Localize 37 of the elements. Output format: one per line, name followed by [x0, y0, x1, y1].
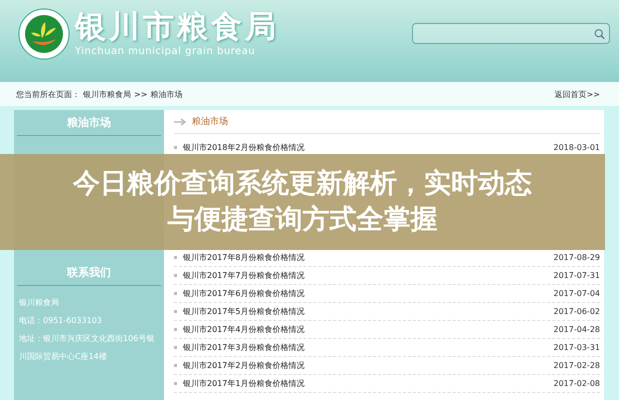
- breadcrumb-separator: >>: [134, 90, 148, 98]
- home-link[interactable]: 返回首页>>: [554, 88, 600, 100]
- article-link[interactable]: 银川市2017年6月份粮食价格情况: [183, 288, 304, 299]
- article-link[interactable]: 银川市2017年8月份粮食价格情况: [183, 252, 304, 263]
- breadcrumb-label: 您当前所在页面：: [16, 88, 80, 100]
- article-link[interactable]: 银川市2018年2月份粮食价格情况: [183, 142, 304, 153]
- article-link[interactable]: 银川市2017年5月份粮食价格情况: [183, 306, 304, 317]
- section-heading: 粮油市场: [192, 116, 228, 128]
- article-date: 2018-03-01: [554, 143, 600, 152]
- search-icon[interactable]: [594, 26, 605, 40]
- article-link[interactable]: 银川市2017年3月份粮食价格情况: [183, 342, 304, 353]
- article-date: 2017-02-28: [554, 361, 600, 370]
- article-link[interactable]: 银川市2017年1月份粮食价格情况: [183, 378, 304, 389]
- article-date: 2017-07-31: [554, 271, 600, 280]
- article-date: 2017-04-28: [554, 325, 600, 334]
- site-subtitle: Yinchuan municipal grain bureau: [75, 46, 256, 57]
- search-field[interactable]: [412, 23, 610, 44]
- article-date: 2017-08-29: [554, 253, 600, 262]
- breadcrumb-link[interactable]: 银川市粮食局: [83, 88, 131, 100]
- contact-heading: 联系我们: [17, 260, 161, 286]
- logo-icon: [18, 8, 70, 60]
- article-link[interactable]: 银川市2017年4月份粮食价格情况: [183, 324, 304, 335]
- contact-phone: 电话：0951-6033103: [18, 315, 103, 327]
- article-date: 2017-03-31: [554, 343, 600, 352]
- article-link[interactable]: 银川市2017年2月份粮食价格情况: [183, 360, 304, 371]
- article-date: 2017-02-08: [554, 379, 600, 388]
- sidebar-heading: 粮油市场: [17, 110, 161, 136]
- site-title: 银川市粮食局: [75, 8, 279, 46]
- headline-text: 今日粮价查询系统更新解析，实时动态: [73, 167, 532, 201]
- article-date: 2017-07-04: [554, 289, 600, 298]
- contact-name: 银川粮食局: [18, 297, 60, 309]
- breadcrumb-link[interactable]: 粮油市场: [150, 88, 182, 100]
- article-date: 2017-06-02: [554, 307, 600, 316]
- arrow-icon: [174, 118, 188, 126]
- headline-text: 与便捷查询方式全掌握: [168, 203, 438, 237]
- article-link[interactable]: 银川市2017年7月份粮食价格情况: [183, 270, 304, 281]
- contact-address: 地址：银川市兴庆区文化西街106号银川国际贸易中心C座14楼: [18, 333, 156, 363]
